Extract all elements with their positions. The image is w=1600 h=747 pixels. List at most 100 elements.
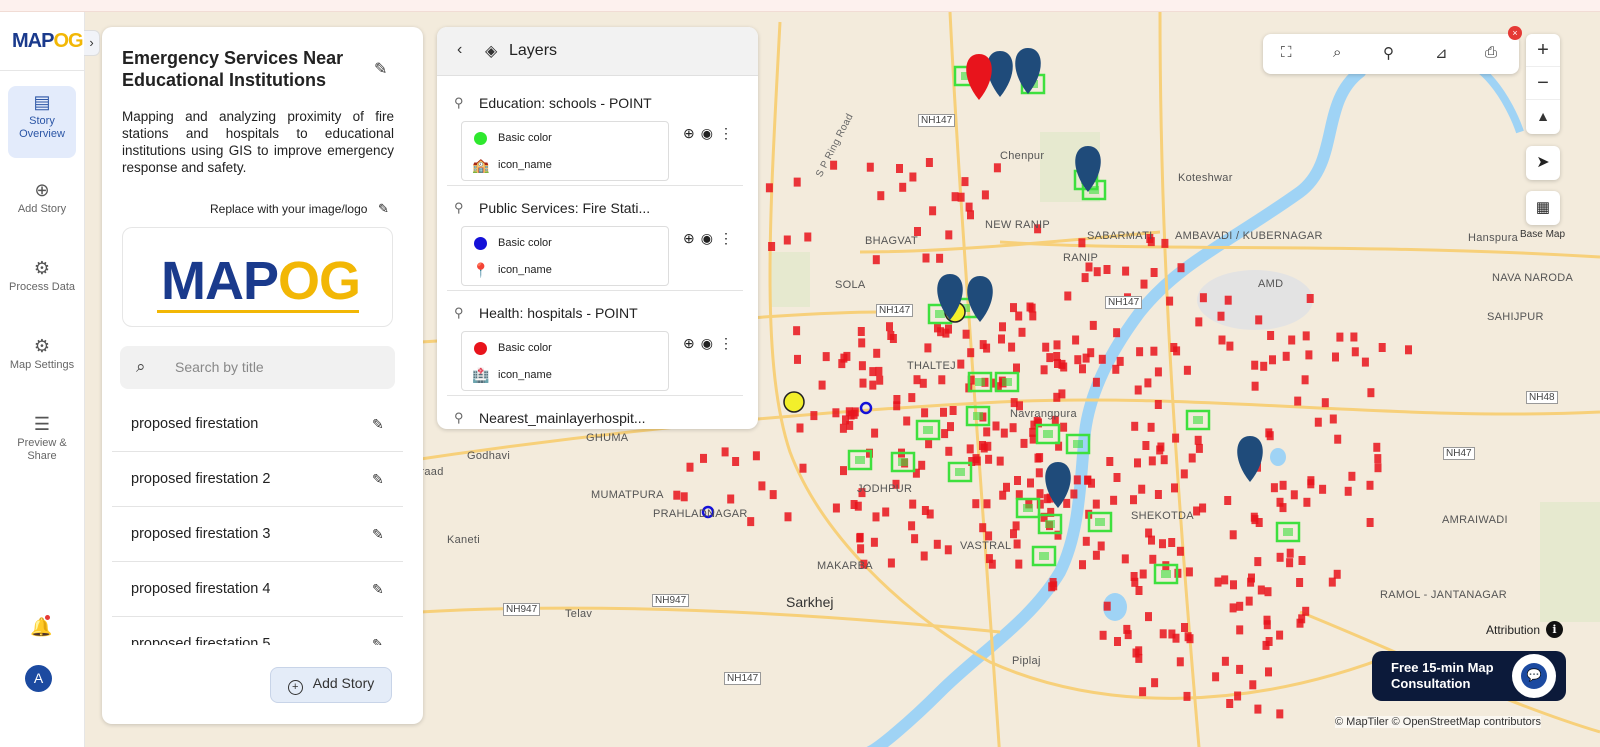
hospital-marker [1078, 238, 1086, 248]
replace-logo-edit-icon[interactable]: ✎ [378, 201, 389, 217]
hospital-marker [896, 164, 903, 173]
hospital-marker [983, 427, 991, 437]
search-icon[interactable]: ⌕ [1333, 44, 1341, 61]
location-pin-icon[interactable]: ⚲ [1383, 44, 1394, 62]
layer-name[interactable]: Health: hospitals - POINT [479, 305, 679, 321]
mapog-logo[interactable]: MAPOG [12, 30, 84, 53]
story-search-input[interactable] [175, 356, 375, 378]
school-marker-fill [955, 468, 965, 476]
search-icon: ⌕ [136, 357, 146, 376]
notification-bell-icon[interactable]: 🔔 [30, 617, 52, 638]
measure-icon[interactable]: ⊿ [1435, 44, 1448, 62]
rail-item-label: Preview & Share [17, 437, 67, 462]
print-icon[interactable]: ⎙ [1485, 44, 1497, 61]
hospital-marker [949, 406, 957, 415]
hospital-marker [934, 323, 941, 333]
layer-name[interactable]: Education: schools - POINT [479, 95, 679, 111]
hospital-marker [1344, 486, 1352, 496]
basemap-icon[interactable]: ▦ [1526, 191, 1560, 225]
hospital-marker [1378, 343, 1386, 352]
layer-actions-icons[interactable]: ⊕◉⋮ [683, 230, 739, 247]
collapse-panel-button[interactable]: › [84, 30, 100, 56]
story-list-item[interactable]: proposed firestation 5 ✎ [112, 617, 403, 645]
hospital-marker [793, 326, 801, 336]
layer-group[interactable]: ⚲ Public Services: Fire Stati... Basic col… [447, 186, 743, 291]
hospital-marker [1265, 637, 1273, 646]
back-icon[interactable]: ‹ [457, 41, 462, 59]
chat-button[interactable]: 💬 [1512, 654, 1556, 698]
hospital-marker [1230, 580, 1237, 590]
close-toolbar-icon[interactable]: × [1508, 26, 1522, 40]
locate-icon[interactable]: ➤ [1526, 146, 1560, 180]
hospital-marker [933, 539, 941, 549]
hospital-marker [1194, 435, 1202, 445]
story-list-item[interactable]: proposed firestation 4 ✎ [112, 562, 403, 617]
hospital-marker [1251, 381, 1259, 391]
layer-group[interactable]: ⚲ Health: hospitals - POINT Basic color 🏥 ic… [447, 291, 743, 396]
layer-group[interactable]: ⚲ Education: schools - POINT Basic color 🏫 i… [447, 81, 743, 186]
map-icon[interactable]: ⛶ [1281, 44, 1292, 61]
map-label: Kaneti [447, 534, 480, 546]
info-icon[interactable]: i [1546, 621, 1563, 638]
selected-pin [966, 54, 992, 100]
rail-item-map-settings[interactable]: ⚙ Map Settings [8, 330, 76, 400]
map-label: MAKARBA [817, 560, 873, 572]
hospital-marker [996, 456, 1004, 466]
layer-name[interactable]: Nearest_mainlayerhospit... [479, 410, 679, 426]
rail-item-preview-share[interactable]: ☰ Preview & Share [8, 408, 76, 478]
hospital-marker [1150, 268, 1158, 277]
hospital-marker [1063, 498, 1071, 508]
layer-group[interactable]: ⚲Nearest_mainlayerhospit...Basic color📍i… [447, 396, 743, 429]
color-swatch[interactable] [474, 342, 487, 355]
rail-item-process-data[interactable]: ⚙ Process Data [8, 252, 76, 322]
rail-item-add-story[interactable]: ⊕ Add Story [8, 174, 76, 244]
compass-button[interactable]: ▲ [1526, 100, 1560, 133]
story-list[interactable]: proposed firestation ✎ proposed firestatio… [112, 397, 403, 645]
hospital-marker [1014, 476, 1021, 485]
hospital-marker [1097, 541, 1105, 551]
layer-actions-icons[interactable]: ⊕◉⋮ [683, 335, 739, 352]
edit-story-icon[interactable]: ✎ [372, 636, 384, 645]
replace-logo-link[interactable]: Replace with your image/logo [210, 202, 367, 216]
rail-item-story-overview[interactable]: ▤ Story Overview [8, 86, 76, 158]
map-label: MUMATPURA [591, 489, 664, 501]
hospital-marker [1172, 433, 1180, 443]
hospital-marker [1229, 530, 1237, 540]
hospital-marker [758, 481, 766, 491]
hospital-marker [832, 408, 840, 418]
edit-story-icon[interactable]: ✎ [372, 526, 384, 543]
story-list-item[interactable]: proposed firestation 3 ✎ [112, 507, 403, 562]
edit-story-icon[interactable]: ✎ [372, 471, 384, 488]
hospital-marker [903, 416, 911, 426]
hospital-marker [1199, 293, 1207, 303]
user-avatar[interactable]: A [25, 665, 52, 692]
basic-color-label: Basic color [498, 342, 552, 354]
zoom-in-button[interactable]: + [1526, 34, 1560, 67]
hospital-marker [1148, 535, 1155, 545]
attribution-label[interactable]: Attribution [1486, 623, 1540, 637]
zoom-out-button[interactable]: − [1526, 67, 1560, 100]
hospital-marker [1081, 273, 1089, 283]
hospital-marker [871, 428, 879, 438]
edit-story-icon[interactable]: ✎ [372, 416, 384, 433]
edit-title-icon[interactable]: ✎ [374, 59, 387, 79]
add-story-button[interactable]: + Add Story [270, 667, 392, 703]
hospital-marker [768, 242, 776, 251]
hospital-marker [929, 206, 937, 216]
map-label: SABARMATI [1087, 230, 1153, 242]
hospital-marker [747, 517, 755, 527]
layer-actions-icons[interactable]: ⊕◉⋮ [683, 125, 739, 142]
hospital-marker [1009, 423, 1017, 433]
hospital-marker [999, 322, 1006, 332]
school-marker-fill [1039, 552, 1049, 560]
color-swatch[interactable] [474, 237, 487, 250]
hospital-marker [875, 366, 883, 376]
hospital-marker [1366, 518, 1374, 527]
edit-story-icon[interactable]: ✎ [372, 581, 384, 598]
hospital-marker [1053, 340, 1061, 350]
story-list-item[interactable]: proposed firestation ✎ [112, 397, 403, 452]
layer-name[interactable]: Public Services: Fire Stati... [479, 200, 679, 216]
story-list-item[interactable]: proposed firestation 2 ✎ [112, 452, 403, 507]
hospital-marker [1195, 317, 1203, 327]
color-swatch[interactable] [474, 132, 487, 145]
